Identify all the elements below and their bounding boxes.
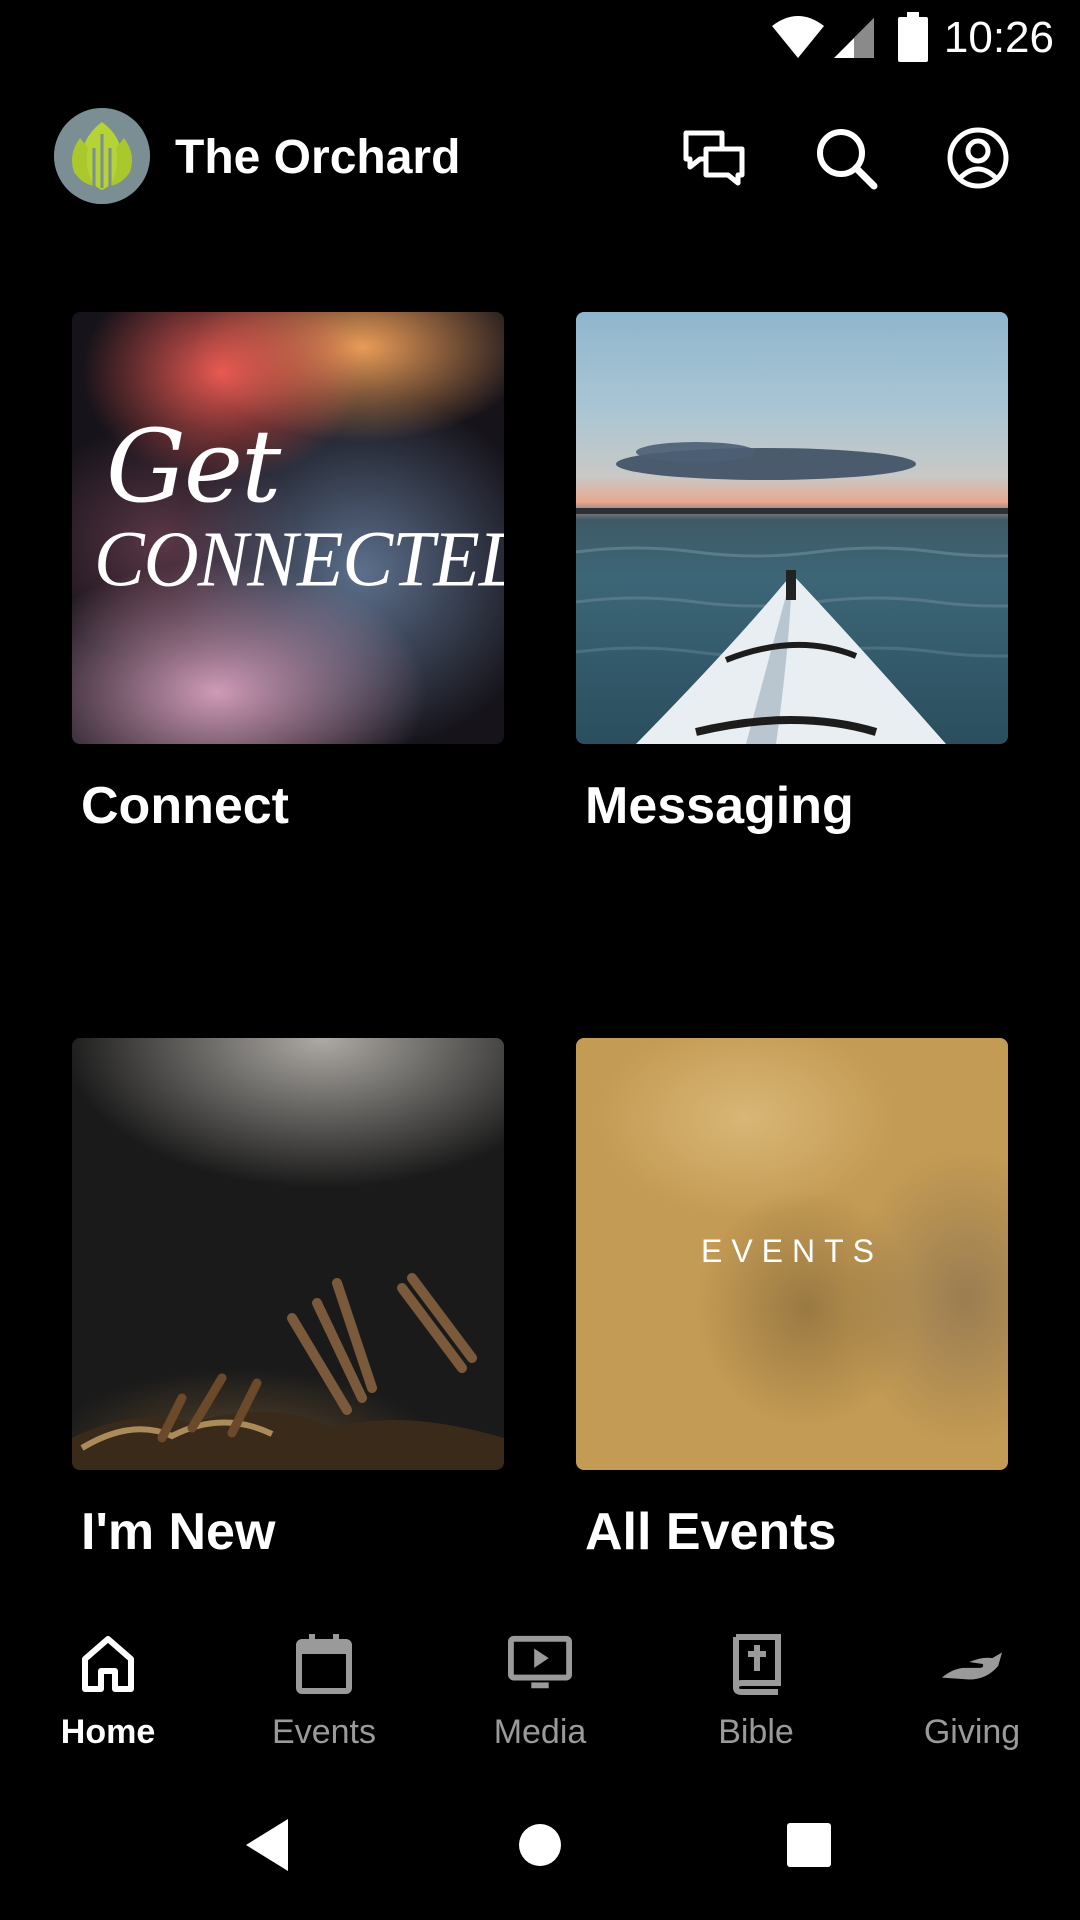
battery-icon <box>898 12 928 62</box>
bible-icon <box>724 1632 788 1696</box>
worship-hands-image <box>72 1038 504 1470</box>
tile-label: Connect <box>81 777 289 835</box>
nav-events[interactable]: Events <box>234 1620 414 1760</box>
status-bar: 10:26 <box>0 0 1080 76</box>
kayak-lake-image <box>576 312 1008 744</box>
tile-messaging[interactable]: Messaging <box>576 312 1008 836</box>
bottom-nav: Home Events Media Bible Giving <box>0 1620 1080 1760</box>
messages-button[interactable] <box>678 122 750 194</box>
nav-label: Events <box>272 1713 376 1751</box>
tile-label: All Events <box>585 1503 837 1561</box>
cell-signal-icon <box>834 18 874 58</box>
events-image: EVENTS <box>576 1038 1008 1470</box>
system-recents-button[interactable] <box>774 1810 844 1880</box>
connect-image: Get CONNECTED <box>72 312 504 744</box>
wifi-icon <box>772 16 824 58</box>
account-icon <box>947 127 1009 189</box>
system-home-button[interactable] <box>505 1810 575 1880</box>
system-nav <box>0 1790 1080 1900</box>
tile-connect[interactable]: Get CONNECTED Connect <box>72 312 504 836</box>
nav-label: Bible <box>718 1713 794 1751</box>
system-back-button[interactable] <box>232 1810 302 1880</box>
home-circle-icon <box>519 1824 561 1866</box>
status-time: 10:26 <box>943 13 1054 62</box>
nav-label: Home <box>60 1713 156 1751</box>
nav-label: Giving <box>923 1713 1021 1751</box>
app-title: The Orchard <box>175 131 461 184</box>
back-icon <box>246 1819 288 1871</box>
events-image-text: EVENTS <box>700 1233 884 1269</box>
tile-im-new[interactable]: I'm New <box>72 1038 504 1562</box>
messages-icon <box>683 130 745 186</box>
nav-label: Media <box>493 1713 587 1751</box>
connect-image-script-text: Get <box>106 408 281 525</box>
media-play-icon <box>508 1632 572 1696</box>
orchard-leaf-logo <box>54 108 150 204</box>
search-icon <box>817 129 878 190</box>
account-button[interactable] <box>942 122 1014 194</box>
nav-home[interactable]: Home <box>18 1620 198 1760</box>
nav-giving[interactable]: Giving <box>882 1620 1062 1760</box>
nav-bible[interactable]: Bible <box>666 1620 846 1760</box>
search-button[interactable] <box>810 122 882 194</box>
recents-icon <box>787 1823 831 1867</box>
tile-label: Messaging <box>585 777 854 835</box>
app-screen: 10:26 The Orchard Get CONNECTED Connect … <box>0 0 1080 1920</box>
tile-all-events[interactable]: EVENTS All Events <box>576 1038 1008 1562</box>
calendar-icon <box>292 1632 356 1696</box>
tile-label: I'm New <box>81 1503 276 1561</box>
home-icon <box>76 1632 140 1696</box>
connect-image-caps-text: CONNECTED <box>94 514 504 604</box>
giving-hand-icon <box>940 1632 1004 1696</box>
nav-media[interactable]: Media <box>450 1620 630 1760</box>
app-header: The Orchard <box>0 100 1080 215</box>
